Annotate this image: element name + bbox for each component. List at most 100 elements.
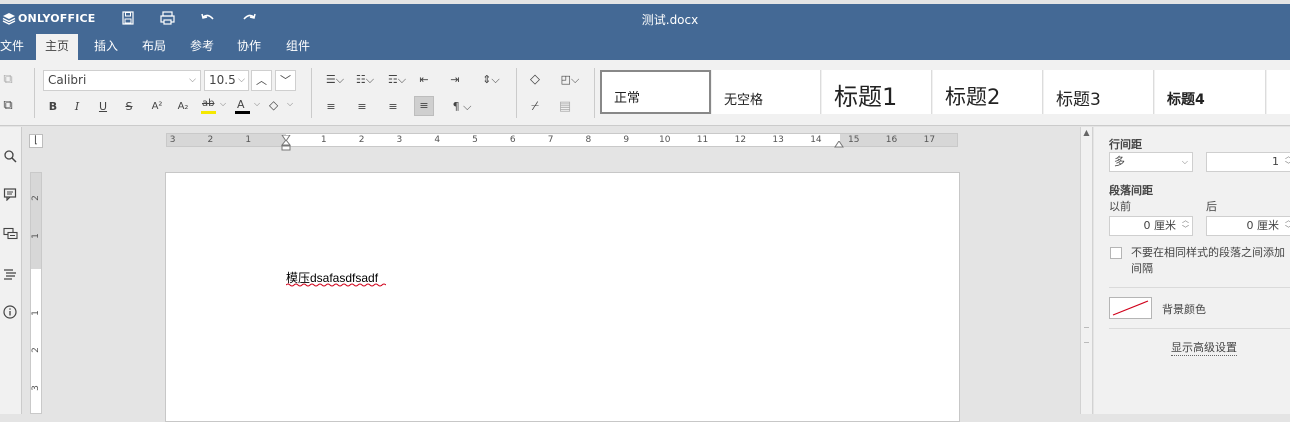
comments-icon[interactable] — [2, 187, 18, 206]
font-name-select[interactable]: Calibri ⌵ — [43, 70, 201, 91]
home-toolbar: ⧉ ⧉ Calibri ⌵ 10.5 ⌵ ︿ ﹀ B I U S A² A₂ a… — [0, 60, 1290, 126]
style-no-spacing[interactable]: 无空格 — [712, 70, 821, 114]
ruler-label: 7 — [547, 135, 554, 145]
no-space-checkbox[interactable] — [1110, 247, 1122, 259]
font-size-select[interactable]: 10.5 ⌵ — [204, 70, 249, 91]
about-info-icon[interactable] — [2, 305, 18, 324]
navigation-icon[interactable] — [2, 267, 18, 286]
subscript-button[interactable]: A₂ — [174, 99, 192, 115]
chevron-down-icon: ⌵ — [189, 75, 196, 85]
highlight-color-button[interactable]: ab ⌵ — [200, 98, 228, 116]
ruler-label: 16 — [885, 135, 898, 145]
tab-collaboration[interactable]: 协作 — [228, 34, 270, 60]
scrollbar-grip[interactable] — [1084, 327, 1089, 343]
tab-plugins[interactable]: 组件 — [277, 34, 319, 60]
style-no-spacing-label: 无空格 — [724, 93, 764, 108]
paragraph-spacing-label: 段落间距 — [1109, 184, 1153, 197]
paragraph-settings-panel: 行间距 多 ⌵ 1 ︿﹀ 段落间距 以前 后 0 厘米 ︿﹀ 0 厘米 ︿﹀ 不… — [1094, 127, 1290, 414]
chat-icon[interactable] — [2, 227, 18, 246]
increase-indent-icon[interactable]: ⇥ — [447, 72, 463, 88]
save-icon[interactable] — [120, 10, 136, 26]
ruler-label: 1 — [31, 310, 41, 316]
document-page[interactable]: 模压dsafasdfsadf — [165, 172, 960, 422]
horizontal-ruler[interactable]: 3 2 1 1 2 3 4 5 6 7 8 9 10 11 12 13 14 15 16 17 — [166, 131, 958, 151]
right-indent-marker[interactable] — [834, 138, 844, 148]
style-normal[interactable]: 正常 — [600, 70, 711, 114]
advanced-settings-link[interactable]: 显示高级设置 — [1171, 339, 1237, 356]
chevron-down-icon: ⌵ — [238, 75, 245, 85]
scroll-up-arrow-icon[interactable]: ▲ — [1082, 129, 1091, 137]
align-center-icon[interactable]: ≡ — [354, 99, 370, 115]
line-spacing-value: 1 — [1272, 155, 1279, 168]
tab-stop-selector[interactable]: ⌊ — [29, 134, 43, 148]
tab-layout[interactable]: 布局 — [133, 34, 175, 60]
nonprinting-characters-icon[interactable]: ¶ ⌵ — [448, 99, 476, 115]
line-spacing-mode-select[interactable]: 多 ⌵ — [1109, 152, 1193, 172]
left-indent-marker[interactable] — [280, 139, 292, 151]
style-heading-2[interactable]: 标题2 — [933, 70, 1043, 114]
mail-merge-icon[interactable]: ▤ — [557, 99, 573, 115]
paste-icon[interactable]: ⧉ — [0, 98, 16, 114]
highlight-swatch — [201, 111, 216, 114]
spinner-arrows-icon[interactable]: ︿﹀ — [1182, 216, 1189, 234]
tab-insert[interactable]: 插入 — [85, 34, 127, 60]
spacing-after-input[interactable]: 0 厘米 ︿﹀ — [1206, 216, 1290, 236]
first-line-indent-marker[interactable] — [281, 131, 291, 142]
multilevel-list-icon[interactable]: ☶⌵ — [384, 72, 410, 88]
ruler-label: 3 — [396, 135, 403, 145]
ruler-label: 10 — [659, 135, 671, 145]
increase-font-size-button[interactable]: ︿ — [251, 70, 272, 91]
ruler-label: 14 — [810, 135, 822, 145]
font-color-glyph: A — [237, 98, 245, 111]
toolbar-divider — [516, 68, 517, 118]
font-color-swatch — [235, 111, 250, 114]
decrease-indent-icon[interactable]: ⇤ — [416, 72, 432, 88]
bullets-icon[interactable]: ☰⌵ — [323, 72, 347, 88]
numbering-icon[interactable]: ☷⌵ — [353, 72, 377, 88]
ruler-label: 15 — [848, 135, 860, 145]
align-left-icon[interactable]: ≡ — [323, 99, 339, 115]
copy-icon[interactable]: ⧉ — [0, 72, 16, 88]
brand-name: ONLYOFFICE — [18, 12, 96, 25]
undo-icon[interactable] — [200, 10, 216, 26]
align-right-icon[interactable]: ≡ — [385, 99, 401, 115]
tab-references[interactable]: 参考 — [181, 34, 223, 60]
decrease-font-size-button[interactable]: ﹀ — [275, 70, 296, 91]
style-heading-1[interactable]: 标题1 — [822, 70, 932, 114]
vertical-ruler[interactable]: 2 1 1 2 3 — [30, 172, 42, 414]
text-shading-button[interactable]: ◇ ⌵ — [267, 98, 295, 116]
spacing-before-input[interactable]: 0 厘米 ︿ ﹀ — [1109, 216, 1193, 236]
superscript-button[interactable]: A² — [148, 99, 166, 115]
strikethrough-button[interactable]: S — [122, 99, 136, 115]
change-color-scheme-icon[interactable]: ◰⌵ — [557, 72, 583, 88]
ruler-label: 3 — [169, 135, 176, 145]
ruler-label: 8 — [585, 135, 592, 145]
toolbar-divider — [34, 68, 35, 118]
clear-style-icon[interactable]: ◇ — [527, 72, 543, 88]
line-spacing-icon[interactable]: ⇕⌵ — [478, 72, 504, 88]
redo-icon[interactable] — [241, 10, 257, 26]
onlyoffice-logo-icon — [2, 12, 16, 25]
background-color-picker[interactable] — [1109, 297, 1152, 319]
style-heading-2-label: 标题2 — [945, 85, 1001, 109]
copy-style-icon[interactable]: ⌿ — [527, 99, 543, 115]
tab-home[interactable]: 主页 — [36, 34, 79, 60]
underline-button[interactable]: U — [96, 99, 110, 115]
search-icon[interactable] — [2, 149, 18, 168]
style-heading-1-label: 标题1 — [834, 83, 898, 111]
style-heading-3[interactable]: 标题3 — [1044, 70, 1154, 114]
italic-button[interactable]: I — [70, 99, 84, 115]
align-justify-icon[interactable]: ≡ — [414, 96, 434, 116]
style-heading-4[interactable]: 标题4 — [1155, 70, 1266, 114]
bold-button[interactable]: B — [46, 99, 60, 115]
vertical-scrollbar[interactable]: ▲ — [1080, 127, 1093, 414]
tab-file[interactable]: 文件 — [0, 34, 33, 60]
no-space-label: 不要在相同样式的段落之间添加间隔 — [1131, 246, 1285, 275]
ruler-label: 2 — [207, 135, 214, 145]
line-spacing-value-input[interactable]: 1 ︿﹀ — [1206, 152, 1290, 172]
spinner-arrows-icon[interactable]: ︿﹀ — [1285, 216, 1290, 234]
font-color-button[interactable]: A ⌵ — [234, 98, 262, 116]
print-icon[interactable] — [159, 10, 176, 26]
spinner-arrows-icon[interactable]: ︿﹀ — [1285, 152, 1290, 170]
style-gallery-more[interactable] — [1267, 70, 1290, 114]
